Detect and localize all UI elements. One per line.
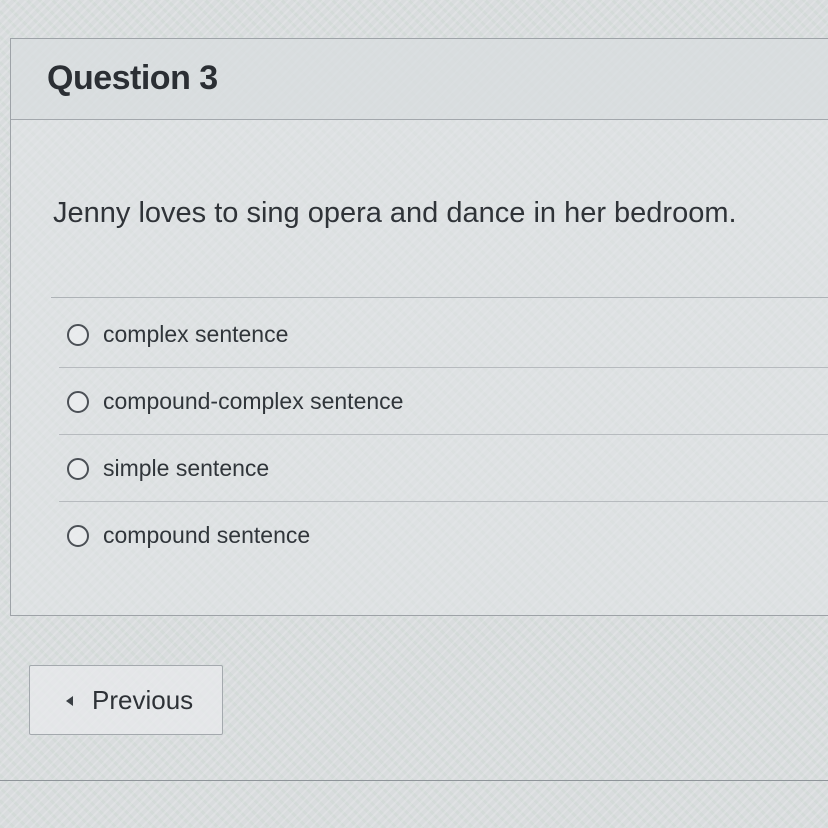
answer-option-label[interactable]: compound sentence [103, 522, 310, 549]
chevron-left-icon [66, 696, 73, 706]
radio-button-icon[interactable] [67, 525, 89, 547]
question-title: Question 3 [47, 59, 218, 97]
question-text: Jenny loves to sing opera and dance in h… [53, 197, 737, 229]
footer-divider [0, 780, 828, 781]
radio-button-icon[interactable] [67, 324, 89, 346]
previous-button-label[interactable]: Previous [92, 685, 193, 716]
previous-button[interactable]: Previous [29, 665, 223, 735]
question-header: Question 3 [11, 39, 828, 120]
answer-options: complex sentence compound-complex senten… [59, 301, 828, 568]
radio-button-icon[interactable] [67, 458, 89, 480]
answer-option-label[interactable]: complex sentence [103, 321, 288, 348]
radio-button-icon[interactable] [67, 391, 89, 413]
answer-option-compound[interactable]: compound sentence [59, 502, 828, 568]
question-card: Question 3 Jenny loves to sing opera and… [10, 38, 828, 616]
answer-option-compound-complex[interactable]: compound-complex sentence [59, 368, 828, 435]
answer-option-label[interactable]: simple sentence [103, 455, 269, 482]
answer-option-label[interactable]: compound-complex sentence [103, 388, 403, 415]
answer-option-simple[interactable]: simple sentence [59, 435, 828, 502]
answer-option-complex[interactable]: complex sentence [59, 301, 828, 368]
question-divider [51, 297, 828, 298]
